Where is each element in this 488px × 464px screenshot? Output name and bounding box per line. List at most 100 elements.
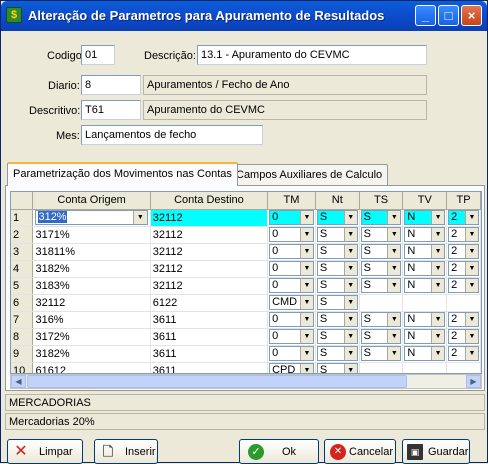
nt-combo[interactable]: S ▼ bbox=[316, 261, 358, 276]
chevron-down-icon[interactable]: ▼ bbox=[132, 211, 147, 224]
tab-campos-auxiliares[interactable]: Campos Auxiliares de Calculo bbox=[230, 164, 389, 185]
chevron-down-icon[interactable]: ▼ bbox=[387, 330, 401, 343]
conta-origem-cell[interactable]: 312% ▼ bbox=[32, 209, 151, 227]
chevron-down-icon[interactable]: ▼ bbox=[465, 245, 478, 258]
chevron-down-icon[interactable]: ▼ bbox=[431, 245, 445, 258]
tm-combo[interactable]: 0 ▼ bbox=[269, 227, 314, 242]
tm-cell[interactable]: CPD ▼ bbox=[267, 362, 316, 373]
tm-cell[interactable]: 0 ▼ bbox=[267, 260, 316, 278]
nt-cell[interactable]: S ▼ bbox=[315, 345, 360, 363]
nt-combo[interactable]: S ▼ bbox=[316, 363, 358, 373]
tv-combo[interactable]: N ▼ bbox=[404, 329, 446, 344]
tp-cell[interactable] bbox=[446, 294, 481, 312]
tv-cell[interactable]: N ▼ bbox=[402, 311, 448, 329]
table-row[interactable]: 1 312% ▼ 32112 0 ▼ S ▼ S ▼ N ▼ 2 ▼ bbox=[11, 209, 481, 227]
tv-combo[interactable]: N ▼ bbox=[404, 261, 446, 276]
nt-combo[interactable]: S ▼ bbox=[316, 244, 358, 259]
chevron-down-icon[interactable]: ▼ bbox=[299, 279, 313, 292]
tp-combo[interactable]: 2 ▼ bbox=[448, 227, 479, 242]
tv-combo[interactable]: N ▼ bbox=[404, 210, 446, 225]
codigo-field[interactable]: 01 bbox=[81, 45, 115, 65]
chevron-down-icon[interactable]: ▼ bbox=[299, 330, 313, 343]
tm-combo[interactable]: 0 ▼ bbox=[269, 312, 314, 327]
tp-combo[interactable]: 2 ▼ bbox=[448, 244, 479, 259]
conta-origem-cell[interactable]: 3172% bbox=[32, 328, 151, 346]
tm-combo[interactable]: 0 ▼ bbox=[269, 210, 314, 225]
tm-combo[interactable]: 0 ▼ bbox=[269, 329, 314, 344]
ts-combo[interactable]: S ▼ bbox=[360, 261, 402, 276]
inserir-button[interactable]: 🗋 Inserir bbox=[94, 439, 158, 464]
close-icon[interactable]: × bbox=[461, 5, 482, 26]
chevron-down-icon[interactable]: ▼ bbox=[299, 296, 313, 309]
ts-cell[interactable]: S ▼ bbox=[359, 311, 404, 329]
chevron-down-icon[interactable]: ▼ bbox=[343, 330, 357, 343]
chevron-down-icon[interactable]: ▼ bbox=[299, 364, 313, 373]
table-row[interactable]: 4 3182% 32112 0 ▼ S ▼ S ▼ N ▼ 2 ▼ bbox=[11, 260, 481, 278]
chevron-down-icon[interactable]: ▼ bbox=[299, 228, 313, 241]
chevron-down-icon[interactable]: ▼ bbox=[431, 347, 445, 360]
chevron-down-icon[interactable]: ▼ bbox=[343, 279, 357, 292]
tv-cell[interactable]: N ▼ bbox=[402, 243, 448, 261]
cancelar-button[interactable]: ✕ Cancelar bbox=[324, 439, 396, 464]
chevron-down-icon[interactable]: ▼ bbox=[299, 245, 313, 258]
chevron-down-icon[interactable]: ▼ bbox=[343, 364, 357, 373]
chevron-down-icon[interactable]: ▼ bbox=[465, 347, 478, 360]
tp-cell[interactable]: 2 ▼ bbox=[446, 277, 481, 295]
tp-cell[interactable]: 2 ▼ bbox=[446, 328, 481, 346]
chevron-down-icon[interactable]: ▼ bbox=[299, 347, 313, 360]
chevron-down-icon[interactable]: ▼ bbox=[431, 211, 445, 224]
ts-combo[interactable]: S ▼ bbox=[360, 244, 402, 259]
chevron-down-icon[interactable]: ▼ bbox=[299, 313, 313, 326]
nt-combo[interactable]: S ▼ bbox=[316, 346, 358, 361]
descricao-field[interactable]: 13.1 - Apuramento do CEVMC bbox=[197, 45, 427, 65]
conta-origem-cell[interactable]: 3171% bbox=[32, 226, 151, 244]
tm-cell[interactable]: CMD ▼ bbox=[267, 294, 316, 312]
conta-destino-cell[interactable]: 6122 bbox=[150, 294, 269, 312]
tv-cell[interactable]: N ▼ bbox=[402, 260, 448, 278]
conta-destino-cell[interactable]: 3611 bbox=[150, 328, 269, 346]
conta-origem-editor[interactable]: 312% ▼ bbox=[35, 210, 148, 225]
nt-cell[interactable]: S ▼ bbox=[315, 294, 360, 312]
ts-cell[interactable]: S ▼ bbox=[359, 209, 404, 227]
column-header[interactable]: Conta Destino bbox=[150, 192, 269, 210]
mes-field[interactable]: Lançamentos de fecho bbox=[81, 125, 263, 145]
column-header[interactable]: TP bbox=[446, 192, 481, 210]
tp-combo[interactable]: 2 ▼ bbox=[448, 329, 479, 344]
ts-combo[interactable]: S ▼ bbox=[360, 329, 402, 344]
nt-cell[interactable]: S ▼ bbox=[315, 277, 360, 295]
chevron-down-icon[interactable]: ▼ bbox=[299, 211, 313, 224]
tp-cell[interactable]: 2 ▼ bbox=[446, 243, 481, 261]
column-header[interactable]: TM bbox=[267, 192, 316, 210]
conta-destino-cell[interactable]: 3611 bbox=[150, 311, 269, 329]
column-header[interactable]: Nt bbox=[315, 192, 360, 210]
conta-destino-cell[interactable]: 32112 bbox=[150, 226, 269, 244]
chevron-down-icon[interactable]: ▼ bbox=[431, 262, 445, 275]
ts-combo[interactable]: S ▼ bbox=[360, 278, 402, 293]
ts-cell[interactable]: S ▼ bbox=[359, 328, 404, 346]
chevron-down-icon[interactable]: ▼ bbox=[465, 262, 478, 275]
tp-cell[interactable]: 2 ▼ bbox=[446, 345, 481, 363]
tm-cell[interactable]: 0 ▼ bbox=[267, 328, 316, 346]
horizontal-scrollbar[interactable]: ◀ ▶ bbox=[10, 374, 482, 389]
tm-combo[interactable]: 0 ▼ bbox=[269, 346, 314, 361]
tm-cell[interactable]: 0 ▼ bbox=[267, 209, 316, 227]
chevron-down-icon[interactable]: ▼ bbox=[343, 347, 357, 360]
tv-combo[interactable]: N ▼ bbox=[404, 244, 446, 259]
chevron-down-icon[interactable]: ▼ bbox=[431, 279, 445, 292]
column-header[interactable]: TV bbox=[402, 192, 448, 210]
ts-cell[interactable]: S ▼ bbox=[359, 260, 404, 278]
conta-origem-cell[interactable]: 3182% bbox=[32, 260, 151, 278]
scroll-right-icon[interactable]: ▶ bbox=[466, 375, 481, 388]
conta-origem-cell[interactable]: 61612 bbox=[32, 362, 151, 373]
nt-combo[interactable]: S ▼ bbox=[316, 312, 358, 327]
chevron-down-icon[interactable]: ▼ bbox=[387, 211, 401, 224]
tv-cell[interactable]: N ▼ bbox=[402, 345, 448, 363]
diario-field[interactable]: 8 bbox=[81, 75, 141, 95]
guardar-button[interactable]: ▣ Guardar bbox=[402, 439, 470, 464]
column-header[interactable]: TS bbox=[359, 192, 404, 210]
tab-movimentos[interactable]: Parametrização dos Movimentos nas Contas bbox=[7, 162, 238, 186]
chevron-down-icon[interactable]: ▼ bbox=[431, 228, 445, 241]
chevron-down-icon[interactable]: ▼ bbox=[465, 211, 478, 224]
tp-combo[interactable]: 2 ▼ bbox=[448, 278, 479, 293]
conta-origem-cell[interactable]: 3182% bbox=[32, 345, 151, 363]
